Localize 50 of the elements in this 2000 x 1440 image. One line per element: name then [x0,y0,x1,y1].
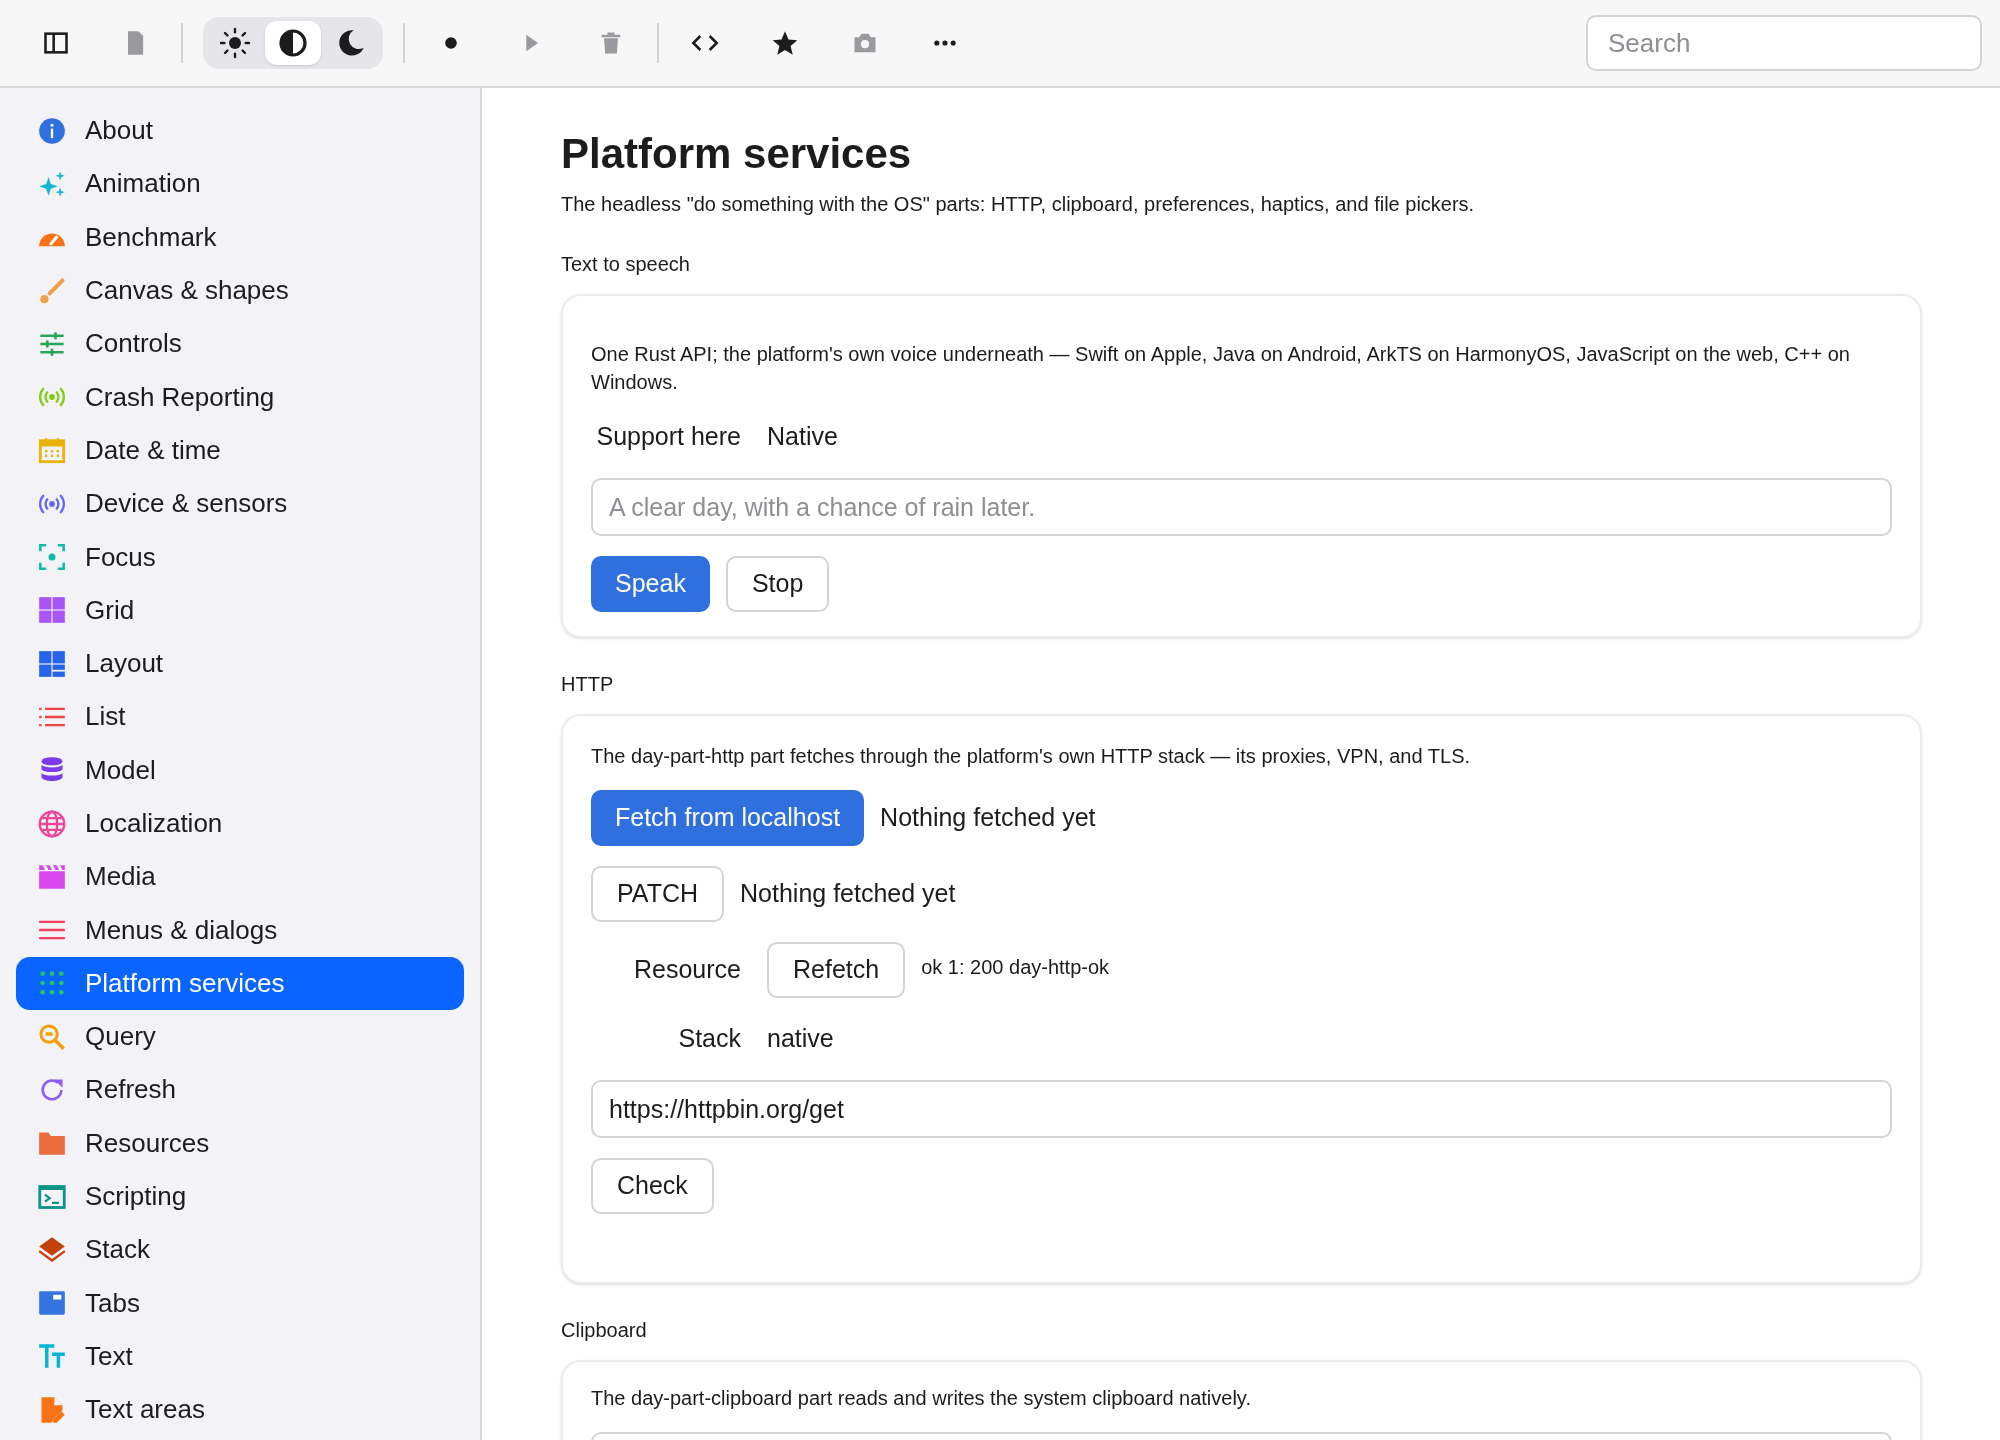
sidebar-item[interactable]: Media [16,850,464,904]
sidebar-item[interactable]: Stack [16,1223,464,1277]
search-field[interactable]: Search [1586,15,1982,71]
field-label: Resource [633,954,741,986]
input-field[interactable]: https://httpbin.org/get [591,1080,1892,1138]
button[interactable]: Refetch [767,942,906,998]
page-subtitle: The headless "do something with the OS" parts: HTTP, clipboard, preferences, haptics, and file pickers. [561,192,1476,217]
sidebar-item[interactable]: About [16,104,464,158]
sidebar-item[interactable]: Resources [16,1116,464,1170]
sidebar-item[interactable]: List [16,690,464,744]
button[interactable]: Stop [725,556,830,612]
sidebar-item[interactable]: Benchmark [16,210,464,264]
section-heading: Text to speech [561,252,691,277]
sidebar-item[interactable]: Menus & dialogs [16,903,464,957]
field-value: Native [767,421,838,453]
sidebar-item[interactable]: Canvas & shapes [16,263,464,318]
status-text: Nothing fetched yet [740,878,956,910]
button[interactable]: Check [591,1158,714,1214]
section-heading: Clipboard [561,1318,648,1343]
description-text: The day-part-http part fetches through the platform's own HTTP stack — its proxies, VPN, and TLS. [591,744,1472,769]
description-text: One Rust API; the platform's own voice underneath — Swift on Apple, Java on Android, ArkTS on HarmonyOS, JavaScript on the web, C++ on Windows. [591,342,1851,395]
page-title: Platform services [561,129,913,179]
button[interactable]: PATCH [591,866,725,922]
sidebar-item[interactable]: Layout [16,636,464,691]
field-label: Support here [595,421,741,453]
field-value: native [767,1023,834,1055]
sidebar-item[interactable]: Text [16,1329,464,1384]
sidebar-item[interactable]: Animation [16,157,464,211]
sidebar-item[interactable]: Tabs [16,1276,464,1330]
status-text: Nothing fetched yet [880,802,1096,834]
sidebar-item[interactable]: Grid [16,583,464,637]
sidebar-item[interactable]: Query [16,1010,464,1064]
sidebar-item[interactable]: Model [16,743,464,797]
button[interactable]: Fetch from localhost [591,790,865,846]
button[interactable]: Speak [591,556,710,612]
sidebar-item[interactable]: Controls [16,317,464,371]
sidebar-item[interactable]: Localization [16,796,464,851]
sidebar-item[interactable]: Device & sensors [16,477,464,531]
description-text: The day-part-clipboard part reads and writes the system clipboard natively. [591,1386,1252,1411]
status-text: ok 1: 200 day-http-ok [921,955,1110,980]
sidebar-item[interactable]: Text areas [16,1383,464,1437]
sidebar-item[interactable]: Focus [16,530,464,584]
input-field[interactable]: A clear day, with a chance of rain later. [591,478,1892,536]
sidebar-item[interactable]: Scripting [16,1169,464,1224]
sidebar-item[interactable]: Refresh [16,1063,464,1117]
field-label: Stack [677,1023,741,1055]
sidebar-item[interactable]: Crash Reporting [16,370,464,424]
sidebar-item[interactable]: Date & time [16,423,464,478]
section-heading: HTTP [561,672,615,697]
sidebar-item[interactable]: Platform services [16,956,464,1011]
